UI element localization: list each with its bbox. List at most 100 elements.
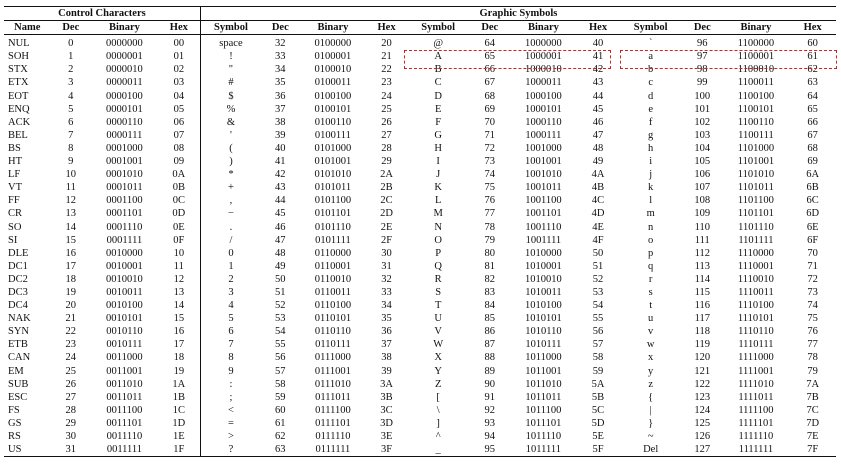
table-cell: 0011101	[106, 417, 143, 429]
table-row: ETX 3 0000011 03 #35 0100011 23 C 67 1000011 43 c 99…	[4, 76, 836, 90]
table-cell: 14	[65, 221, 77, 233]
column-header-binary: Binary	[510, 20, 577, 36]
table-cell: 53	[592, 286, 604, 298]
table-cell: 51	[592, 260, 604, 272]
table-cell: %	[199, 102, 262, 116]
table-cell: 5A	[591, 378, 605, 390]
table-cell: e	[648, 103, 653, 115]
table-cell: FS	[8, 404, 20, 416]
table-cell: 1100000	[737, 38, 775, 50]
table-cell: NUL	[8, 38, 30, 50]
table-cell: 1110010	[737, 273, 774, 285]
table-cell: 104	[694, 142, 711, 154]
table-cell: CR	[8, 208, 23, 220]
table-cell: 1000000	[525, 38, 562, 50]
table-cell: 2C	[380, 195, 393, 207]
table-cell: 66	[484, 64, 496, 76]
table-cell: 34	[275, 64, 286, 76]
column-header-row: Name Dec Binary Hex Symbol Dec Binary Hex Symbol…	[4, 20, 836, 36]
table-cell: 6D	[806, 208, 820, 220]
table-cell: 49	[275, 260, 286, 272]
table-cell: 0000010	[106, 64, 143, 76]
table-cell: −	[199, 207, 262, 221]
table-cell: 96	[697, 38, 708, 50]
table-cell: X	[434, 352, 442, 364]
table-row: LF 10 0001010 0A * 42 0101010 2A J 74 1001010 4A j 10…	[4, 168, 836, 182]
table-row: NUL 0 0000000 00 space 32 0100000 20 @64 1000000 4…	[4, 34, 836, 51]
table-cell: 71	[807, 260, 818, 272]
table-cell: 6	[68, 116, 74, 128]
table-cell: 65	[807, 103, 818, 115]
table-cell: 39	[381, 365, 392, 377]
table-cell: q	[648, 260, 654, 272]
table-cell: 79	[484, 234, 496, 246]
table-cell: 79	[807, 365, 818, 377]
table-cell: GS	[8, 417, 22, 429]
table-cell: Z	[434, 378, 442, 390]
table-cell: 60	[807, 38, 818, 50]
table-cell: 23	[381, 77, 392, 89]
table-cell: 3D	[380, 417, 393, 429]
table-cell: 44	[592, 90, 604, 102]
ascii-table: Control Characters Graphic Symbols Name D…	[4, 5, 836, 458]
table-cell: 114	[694, 273, 710, 285]
table-cell: 89	[484, 365, 496, 377]
table-cell: 42	[275, 169, 286, 181]
table-cell: 76	[807, 326, 818, 338]
table-cell: 34	[381, 300, 392, 312]
table-cell: 0110111	[315, 339, 351, 351]
table-cell: 0110101	[314, 313, 352, 325]
table-cell: ]	[436, 417, 440, 429]
table-cell: 7	[199, 338, 262, 352]
table-cell: 35	[381, 313, 392, 325]
table-row: SUB 26 0011010 1A: 58 0111010 3A Z 90 1011010 5A z 1…	[4, 377, 836, 391]
table-cell: 1110110	[738, 326, 774, 338]
table-cell: 1101110	[738, 221, 774, 233]
table-cell: r	[648, 273, 653, 285]
table-cell: 78	[484, 221, 496, 233]
table-cell: 2E	[380, 221, 393, 233]
table-cell: EM	[8, 365, 24, 377]
table-cell: 3A	[380, 378, 393, 390]
table-cell: 1111100	[738, 404, 774, 416]
table-cell: 0111000	[314, 352, 351, 364]
table-cell: 0000011	[106, 77, 143, 89]
table-cell: L	[434, 195, 442, 207]
table-cell: 88	[484, 352, 496, 364]
table-cell: SUB	[8, 378, 29, 390]
table-cell: {	[648, 391, 654, 403]
table-cell: 0100000	[314, 38, 352, 50]
table-cell: 05	[173, 103, 185, 115]
table-cell: 0001011	[106, 182, 143, 194]
table-cell: LF	[8, 169, 21, 181]
column-header-hex: Hex	[789, 20, 836, 36]
table-cell: ^	[435, 431, 441, 442]
table-cell: HT	[8, 156, 22, 168]
table-cell: 1E	[172, 431, 185, 442]
column-header-dec: Dec	[50, 20, 92, 36]
table-cell: 70	[484, 116, 496, 128]
table-row: DLE 16 0010000 10 0 48 0110000 30 P 80 1010000 50 p 1…	[4, 246, 836, 260]
table-cell: 6B	[806, 182, 819, 194]
table-cell: 4E	[592, 221, 604, 233]
table-cell: }	[648, 417, 654, 429]
table-cell: 38	[381, 352, 392, 364]
table-cell: 31	[50, 443, 92, 458]
table-cell: 1111000	[738, 352, 774, 364]
column-header-symbol: Symbol	[406, 20, 470, 36]
graphic-symbols-header: Graphic Symbols	[199, 5, 836, 21]
table-cell: 30	[65, 431, 77, 442]
table-cell: 11	[173, 260, 184, 272]
table-cell: 118	[694, 326, 710, 338]
table-cell: 5	[199, 312, 262, 326]
table-row: GS 29 0011101 1D = 61 0111101 3D] 93 1011101 5D} 12…	[4, 416, 836, 430]
table-cell: 41	[275, 156, 286, 168]
table-cell: 107	[694, 182, 711, 194]
table-cell: 74	[807, 300, 818, 312]
table-cell: x	[648, 352, 654, 364]
table-cell: 83	[484, 286, 496, 298]
table-cell: u	[648, 313, 654, 325]
table-cell: P	[435, 247, 442, 259]
column-header-binary: Binary	[722, 20, 790, 36]
table-cell: 59	[592, 365, 604, 377]
